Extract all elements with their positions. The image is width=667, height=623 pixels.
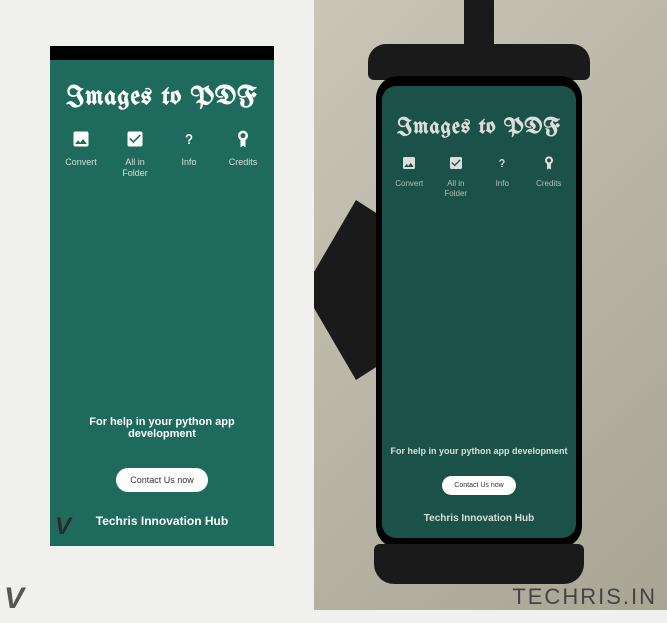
- nav-label: All in Folder: [444, 179, 467, 198]
- nav-all-folder[interactable]: All in Folder: [108, 129, 162, 179]
- company-name: Techris Innovation Hub: [382, 513, 576, 524]
- holder-bottom: [374, 544, 584, 584]
- status-bar: [50, 46, 274, 60]
- app-title: Images to PDF: [388, 116, 570, 139]
- nav-convert[interactable]: Convert: [54, 129, 108, 179]
- image-icon: [401, 155, 417, 171]
- mount-arm: [314, 200, 384, 380]
- nav-credits[interactable]: Credits: [526, 155, 573, 198]
- nav-label: Credits: [229, 157, 258, 168]
- nav-convert[interactable]: Convert: [386, 155, 433, 198]
- site-url: TECHRIS.IN: [512, 584, 657, 610]
- phone-body: Images to PDF Convert All in Folder Info…: [376, 76, 582, 548]
- company-name: Techris Innovation Hub: [50, 514, 274, 528]
- spacer: [50, 183, 274, 416]
- checkbox-icon: [125, 129, 145, 149]
- question-icon: [179, 129, 199, 149]
- contact-button[interactable]: Contact Us now: [116, 468, 208, 492]
- checkbox-icon: [448, 155, 464, 171]
- image-icon: [71, 129, 91, 149]
- nav-row: Convert All in Folder Info Credits: [382, 147, 576, 202]
- contact-button[interactable]: Contact Us now: [442, 476, 515, 495]
- nav-label: Convert: [65, 157, 97, 168]
- spacer: [382, 202, 576, 446]
- badge-icon: [541, 155, 557, 171]
- phone-photo: Images to PDF Convert All in Folder Info…: [314, 0, 667, 610]
- nav-info[interactable]: Info: [479, 155, 526, 198]
- nav-row: Convert All in Folder Info Credits: [50, 121, 274, 183]
- phone-screen: Images to PDF Convert All in Folder Info…: [382, 86, 576, 538]
- nav-info[interactable]: Info: [162, 129, 216, 179]
- logo-outer-icon: V: [4, 582, 24, 616]
- nav-label: Credits: [536, 179, 561, 189]
- badge-icon: [233, 129, 253, 149]
- help-text: For help in your python app development: [58, 416, 266, 440]
- nav-all-folder[interactable]: All in Folder: [433, 155, 480, 198]
- nav-label: Convert: [395, 179, 423, 189]
- nav-label: Info: [181, 157, 196, 168]
- question-icon: [494, 155, 510, 171]
- app-screenshot-left: Images to PDF Convert All in Folder Info…: [50, 46, 274, 546]
- nav-label: Info: [496, 179, 509, 189]
- holder-top: [368, 44, 590, 80]
- nav-credits[interactable]: Credits: [216, 129, 270, 179]
- nav-label: All in Folder: [122, 157, 148, 179]
- app-title: Images to PDF: [58, 84, 266, 111]
- logo-corner-icon: V: [55, 513, 71, 541]
- help-text: For help in your python app development: [390, 446, 568, 456]
